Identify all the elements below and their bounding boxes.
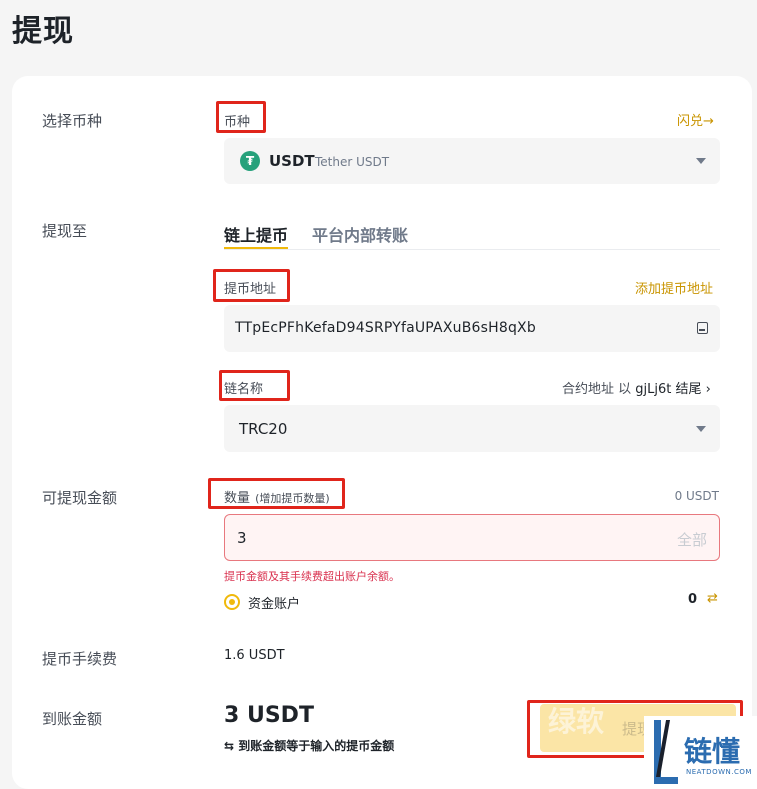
page-title: 提现 bbox=[12, 14, 74, 49]
logo-subtext: NEATDOWN.COM bbox=[686, 768, 752, 776]
address-book-icon[interactable] bbox=[697, 322, 708, 334]
funding-account-label: 资金账户 bbox=[248, 597, 301, 612]
highlight-box-amount-label bbox=[208, 478, 345, 509]
receive-row-label: 到账金额 bbox=[42, 710, 103, 728]
account-radio[interactable] bbox=[224, 594, 240, 610]
network-select[interactable]: TRC20 bbox=[224, 405, 720, 452]
coin-symbol: USDT bbox=[269, 152, 315, 170]
chevron-down-icon bbox=[696, 425, 706, 432]
flash-swap-link[interactable]: 闪兑→ bbox=[677, 110, 714, 129]
receive-amount: 3 USDT bbox=[224, 703, 314, 728]
amount-input[interactable]: 3 全部 bbox=[224, 514, 720, 561]
watermark-text: 绿软 bbox=[548, 705, 605, 738]
logo-text: 链懂 bbox=[684, 735, 741, 768]
highlight-box-coin-label bbox=[216, 101, 266, 133]
contract-end: 结尾 bbox=[675, 382, 702, 397]
coin-select[interactable]: ₮ USDT Tether USDT bbox=[224, 138, 720, 184]
receive-note: ⇆ 到账金额等于输入的提币金额 bbox=[224, 737, 394, 754]
active-tab-indicator bbox=[224, 247, 288, 249]
amount-error-text: 提币金额及其手续费超出账户余额。 bbox=[224, 570, 400, 583]
logo-mark-icon bbox=[648, 720, 678, 784]
fee-row-label: 提币手续费 bbox=[42, 650, 118, 668]
address-value: TTpEcPFhKefaD94SRPYfaUPAXuB6sH8qXb bbox=[235, 320, 536, 336]
flash-swap-label: 闪兑 bbox=[677, 114, 704, 129]
tab-internal-transfer[interactable]: 平台内部转账 bbox=[312, 222, 408, 246]
account-balance: 0 bbox=[688, 592, 698, 607]
available-balance: 0 USDT bbox=[674, 489, 719, 503]
select-coin-row-label: 选择币种 bbox=[42, 112, 103, 130]
usdt-icon: ₮ bbox=[240, 151, 260, 171]
tab-onchain[interactable]: 链上提币 bbox=[224, 222, 288, 246]
available-amount-row-label: 可提现金额 bbox=[42, 489, 118, 507]
receive-note-text: 到账金额等于输入的提币金额 bbox=[238, 739, 395, 753]
chevron-right-icon: › bbox=[705, 382, 711, 397]
amount-value: 3 bbox=[237, 529, 247, 547]
network-value: TRC20 bbox=[239, 420, 288, 438]
contract-prefix: 合约地址 以 bbox=[562, 382, 632, 397]
withdraw-to-row-label: 提现至 bbox=[42, 222, 88, 240]
address-input[interactable]: TTpEcPFhKefaD94SRPYfaUPAXuB6sH8qXb bbox=[224, 305, 720, 352]
highlight-box-network-label bbox=[219, 370, 290, 401]
contract-suffix: gjLj6t bbox=[635, 382, 672, 397]
add-address-link[interactable]: 添加提币地址 bbox=[635, 278, 713, 297]
highlight-box-address-label bbox=[213, 269, 290, 302]
fee-value: 1.6 USDT bbox=[224, 648, 285, 663]
coin-name: Tether USDT bbox=[315, 155, 390, 169]
all-button[interactable]: 全部 bbox=[677, 529, 707, 550]
transfer-icon[interactable]: ⇄ bbox=[707, 591, 718, 606]
chevron-down-icon bbox=[696, 158, 706, 164]
tabs-divider bbox=[224, 249, 720, 250]
contract-address-link[interactable]: 合约地址 以 gjLj6t 结尾 › bbox=[562, 378, 711, 397]
arrow-right-icon: → bbox=[703, 114, 714, 129]
swap-arrows-icon: ⇆ bbox=[224, 739, 235, 753]
watermark-logo: 链懂 NEATDOWN.COM bbox=[644, 716, 757, 789]
withdraw-form-card: 选择币种 币种 闪兑→ ₮ USDT Tether USDT 提现至 链上提币 … bbox=[12, 76, 752, 789]
